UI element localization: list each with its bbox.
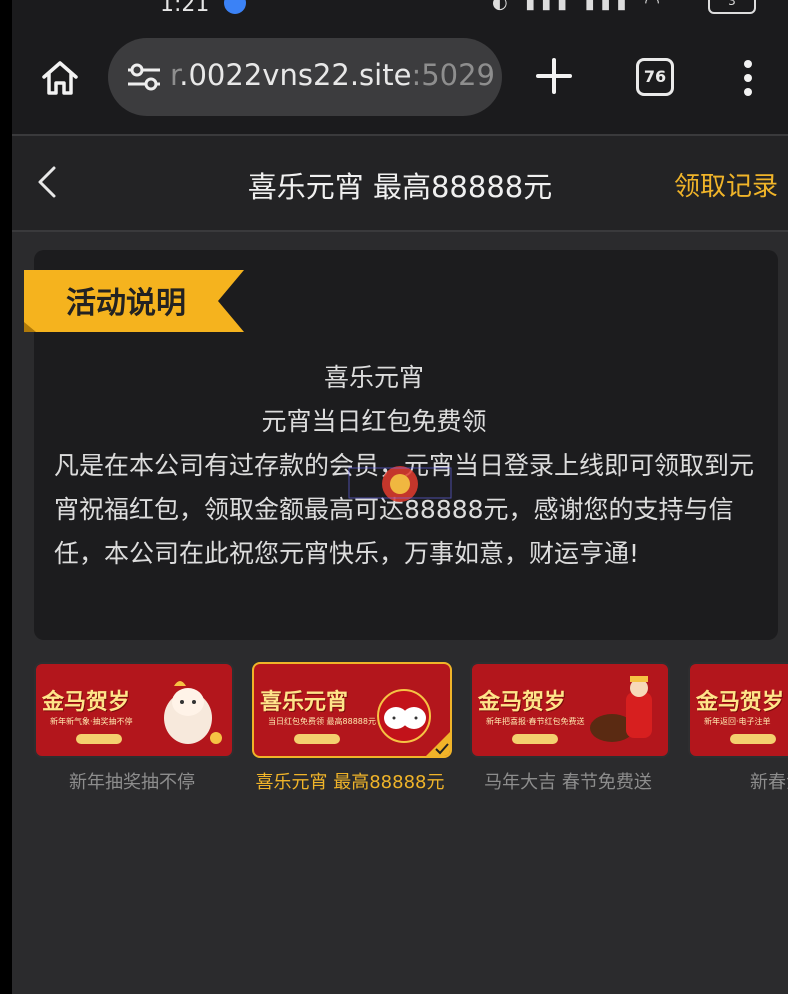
promotion-carousel: 金马贺岁 新年新气象·抽奖抽不停 新年抽奖抽不停 喜乐元宵 当日红包免费领 最高… (34, 662, 788, 802)
promo-caption: 新春注单 (750, 772, 788, 793)
home-icon[interactable] (40, 58, 80, 98)
status-bar: 1:21 ◐ ▮▮▮ ▮▮▮ ◠ 3 (12, 0, 788, 18)
url-host: .0022vns22.site (179, 58, 412, 92)
more-menu-icon[interactable] (742, 58, 754, 98)
promo-card-1[interactable]: 金马贺岁 新年新气象·抽奖抽不停 新年抽奖抽不停 (34, 662, 234, 794)
ribbon-label: 活动说明 (66, 286, 186, 321)
site-settings-icon[interactable] (126, 60, 162, 94)
promo-caption: 新年抽奖抽不停 (69, 772, 195, 793)
banner-button (76, 734, 122, 744)
page-header: 喜乐元宵 最高88888元 领取记录 (12, 134, 788, 232)
selected-check-icon (426, 732, 450, 756)
url-text: r.0022vns22.site:5029 (170, 58, 495, 92)
promo-banner: 喜乐元宵 当日红包免费领 最高88888元 (252, 662, 452, 758)
banner-title: 金马贺岁 (478, 689, 567, 715)
watermark-stamp-icon (348, 466, 452, 502)
banner-subtitle: 新年新气象·抽奖抽不停 (50, 717, 133, 726)
notification-icon (224, 0, 246, 14)
tab-switcher-button[interactable]: 76 (636, 58, 674, 96)
browser-frame: 1:21 ◐ ▮▮▮ ▮▮▮ ◠ 3 r.0022vns22.site:5029… (12, 0, 788, 994)
address-bar[interactable]: r.0022vns22.site:5029 (108, 38, 502, 116)
banner-title: 金马贺岁 (42, 689, 131, 715)
banner-subtitle: 新年返回·电子注单 (704, 717, 771, 726)
status-time: 1:21 (160, 0, 210, 17)
battery-icon: 3 (708, 0, 756, 14)
promo-caption: 喜乐元宵 最高88888元 (255, 772, 445, 793)
activity-ribbon: 活动说明 (24, 270, 244, 332)
promo-card-4[interactable]: 金马贺岁 新年返回·电子注单 新春注单 (688, 662, 788, 794)
promo-card-2[interactable]: 喜乐元宵 当日红包免费领 最高88888元 喜乐元宵 最高88888元 (252, 662, 452, 794)
activity-heading-1: 喜乐元宵 (323, 363, 424, 392)
records-link[interactable]: 领取记录 (674, 166, 778, 203)
banner-button (512, 734, 558, 744)
banner-title: 金马贺岁 (696, 689, 785, 715)
banner-subtitle: 新年把喜报·春节红包免费送 (486, 717, 585, 726)
banner-subtitle: 当日红包免费领 最高88888元 (268, 717, 376, 726)
promo-caption: 马年大吉 春节免费送 (484, 772, 652, 793)
signal-icons: ◐ ▮▮▮ ▮▮▮ ◠ (492, 0, 667, 13)
banner-button (294, 734, 340, 744)
banner-button (730, 734, 776, 744)
url-scheme: r (170, 58, 180, 92)
god-of-wealth-icon (590, 676, 652, 742)
promo-banner: 金马贺岁 新年把喜报·春节红包免费送 (470, 662, 670, 758)
banner-title: 喜乐元宵 (260, 689, 349, 715)
page-title: 喜乐元宵 最高88888元 (247, 170, 553, 204)
promo-banner: 金马贺岁 新年返回·电子注单 (688, 662, 788, 758)
url-port: :5029 (411, 58, 496, 92)
horse-mascot-icon (164, 681, 222, 744)
activity-heading-2: 元宵当日红包免费领 (261, 407, 487, 436)
new-tab-icon[interactable] (534, 56, 574, 96)
promo-banner: 金马贺岁 新年新气象·抽奖抽不停 (34, 662, 234, 758)
promo-card-3[interactable]: 金马贺岁 新年把喜报·春节红包免费送 马年大吉 春节免费送 (470, 662, 670, 794)
browser-toolbar: r.0022vns22.site:5029 76 (12, 18, 788, 134)
